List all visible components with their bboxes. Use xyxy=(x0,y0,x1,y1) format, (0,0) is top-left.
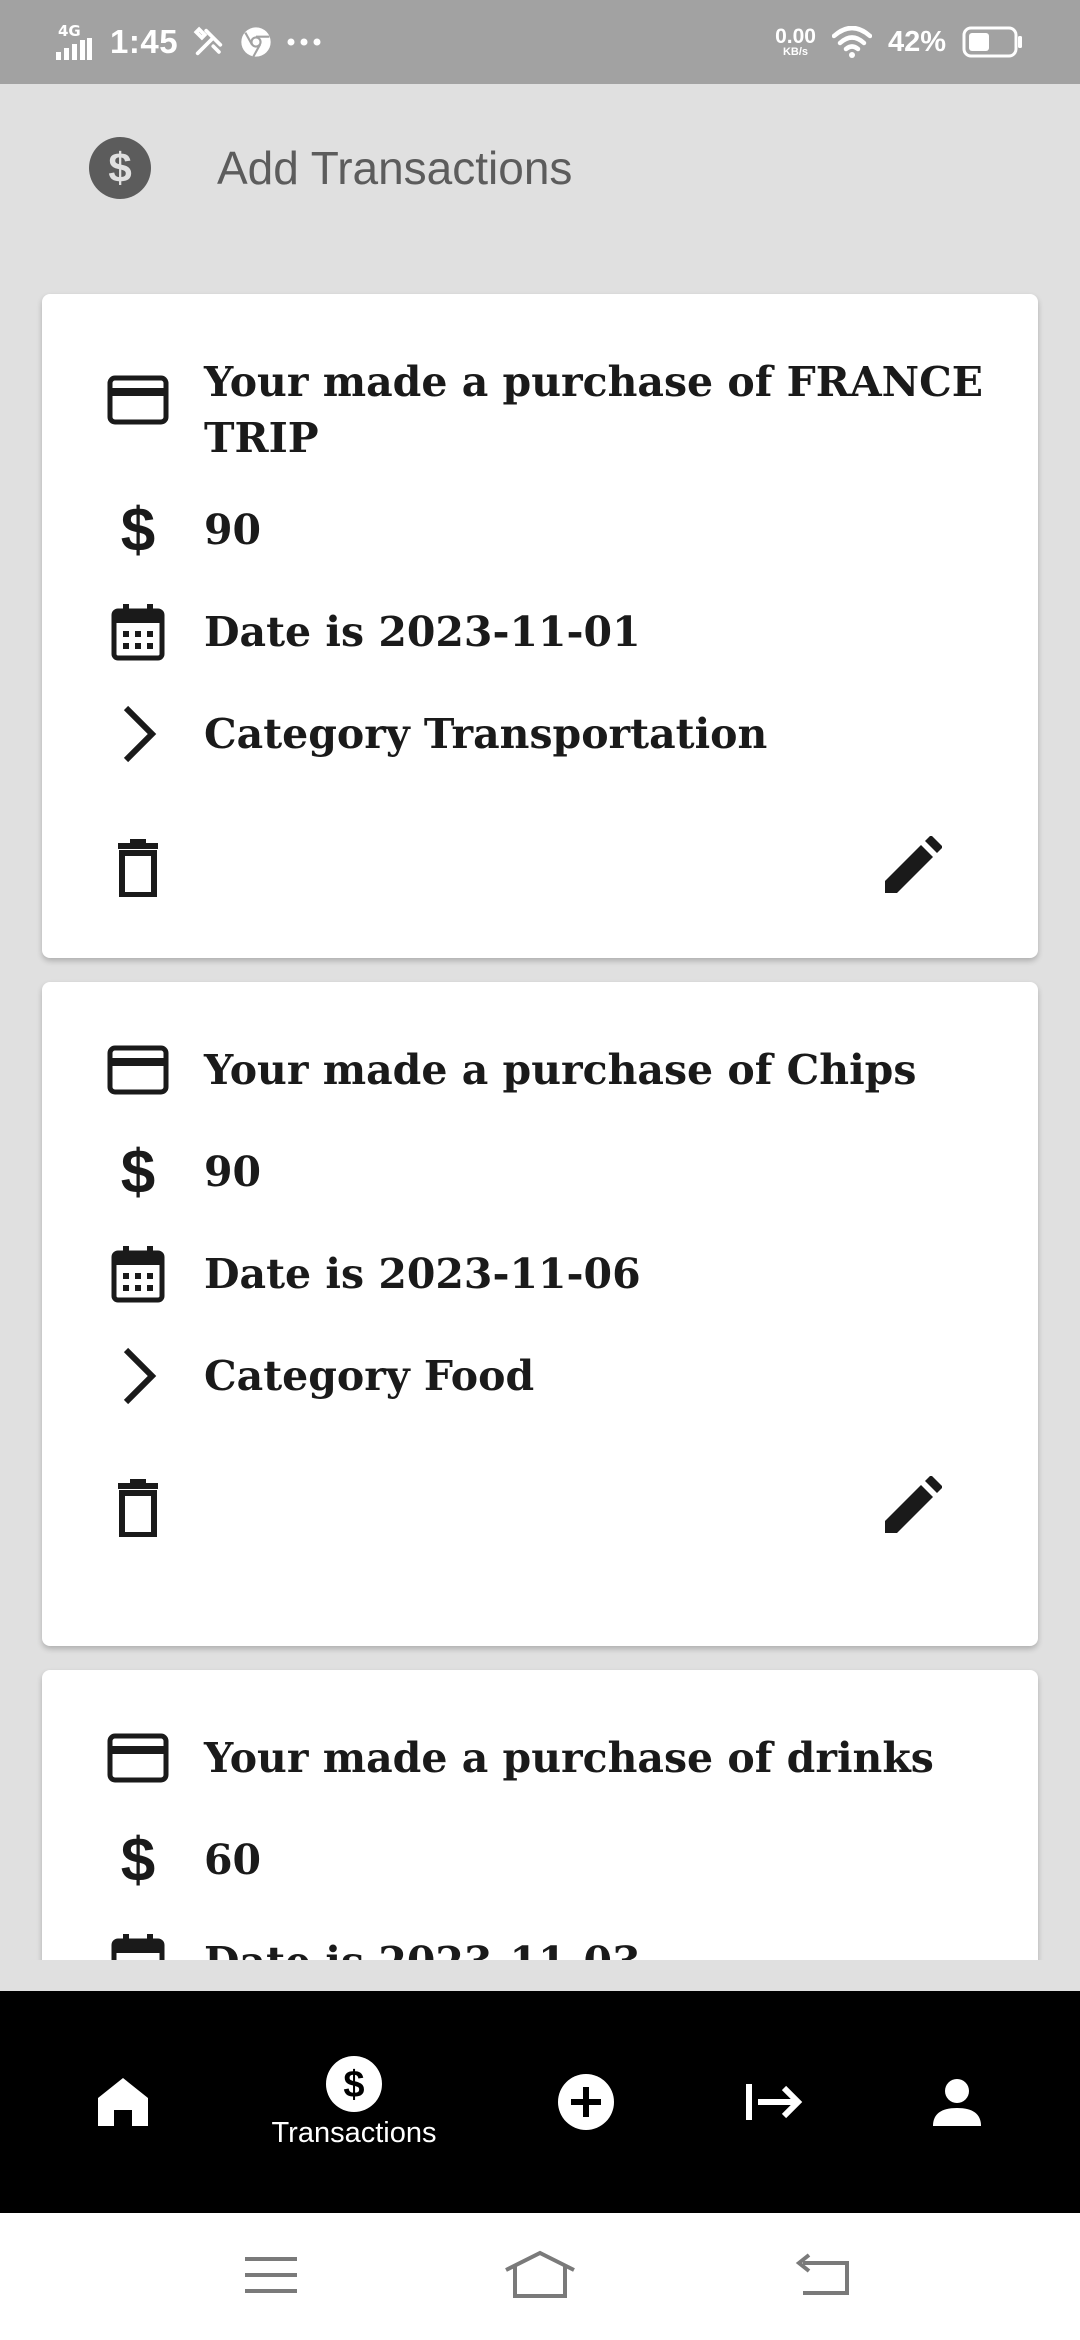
credit-card-icon xyxy=(102,1722,174,1794)
pencil-icon xyxy=(885,1476,942,1533)
system-home-button[interactable] xyxy=(495,2235,585,2315)
chevron-right-icon xyxy=(102,1340,174,1412)
edit-button[interactable] xyxy=(876,1470,948,1542)
edit-button[interactable] xyxy=(876,830,948,902)
system-navigation xyxy=(0,2213,1080,2340)
nav-label-transactions: Transactions xyxy=(271,2116,437,2149)
chrome-icon xyxy=(241,27,271,58)
menu-icon xyxy=(245,2257,297,2293)
delete-button[interactable] xyxy=(102,832,174,904)
pencil-icon xyxy=(885,836,942,893)
home-icon xyxy=(98,2078,148,2126)
more-dots-icon xyxy=(287,38,321,46)
delete-button[interactable] xyxy=(102,1472,174,1544)
clock: 1:45 xyxy=(110,23,179,60)
transaction-amount: 90 xyxy=(204,506,262,554)
transaction-title: Your made a purchase of drinks xyxy=(204,1734,934,1782)
logout-arrow-icon xyxy=(746,2084,803,2120)
nav-transactions[interactable]: $ Transactions xyxy=(254,1991,454,2213)
status-bar: 4G 1:45 0.00 KB/s 42% xyxy=(0,0,1080,84)
trash-icon xyxy=(118,839,158,897)
nav-profile[interactable] xyxy=(917,1991,997,2213)
nav-add[interactable] xyxy=(550,1991,622,2213)
transaction-amount: 90 xyxy=(204,1148,262,1196)
svg-text:$: $ xyxy=(343,2064,364,2106)
battery-icon xyxy=(962,26,1022,58)
dollar-circle-icon: $ xyxy=(326,2055,382,2112)
wifi-icon xyxy=(831,26,872,58)
add-circle-icon xyxy=(558,2074,614,2130)
signal-icon: 4G xyxy=(56,22,96,62)
transaction-date: Date is 2023-11-01 xyxy=(204,608,641,656)
transaction-title: Your made a purchase of Chips xyxy=(204,1046,917,1094)
transaction-category: Category Transportation xyxy=(204,710,768,758)
calendar-icon xyxy=(102,1926,174,1960)
page-title: Add Transactions xyxy=(217,142,573,194)
transaction-date: Date is 2023-11-03 xyxy=(204,1934,994,1960)
transaction-list[interactable]: Your made a purchase of FRANCE TRIP $ 90… xyxy=(0,252,1080,1960)
transaction-date: Date is 2023-11-06 xyxy=(204,1250,641,1298)
transaction-category: Category Food xyxy=(204,1352,535,1400)
system-back-button[interactable] xyxy=(778,2235,868,2315)
calendar-icon xyxy=(102,1238,174,1310)
tools-icon xyxy=(193,26,223,56)
menu-button[interactable] xyxy=(226,2235,316,2315)
app-header: $ Add Transactions xyxy=(0,84,1080,252)
transaction-card: Your made a purchase of drinks $ 60 Date… xyxy=(42,1670,1038,1960)
credit-card-icon xyxy=(102,1034,174,1106)
dollar-icon: $ xyxy=(120,495,156,565)
transaction-amount: 60 xyxy=(204,1836,262,1884)
transaction-card: Your made a purchase of FRANCE TRIP $ 90… xyxy=(42,294,1038,958)
chevron-right-icon xyxy=(102,698,174,770)
bottom-navigation: $ Transactions xyxy=(0,1991,1080,2213)
back-icon xyxy=(795,2253,849,2295)
trash-icon xyxy=(118,1479,158,1537)
person-icon xyxy=(933,2079,981,2126)
nav-logout[interactable] xyxy=(734,1991,814,2213)
svg-text:$: $ xyxy=(108,144,131,191)
network-speed: 0.00 KB/s xyxy=(775,25,816,58)
home-outline-icon xyxy=(505,2250,575,2298)
dollar-icon: $ xyxy=(120,1825,156,1895)
credit-card-icon xyxy=(102,364,174,436)
transaction-title: Your made a purchase of FRANCE TRIP xyxy=(204,358,984,462)
calendar-icon xyxy=(102,596,174,668)
battery-percent: 42% xyxy=(887,25,946,58)
nav-home[interactable] xyxy=(83,1991,163,2213)
dollar-icon: $ xyxy=(120,1137,156,1207)
dollar-circle-icon: $ xyxy=(89,137,151,199)
transaction-card: Your made a purchase of Chips $ 90 Date … xyxy=(42,982,1038,1646)
